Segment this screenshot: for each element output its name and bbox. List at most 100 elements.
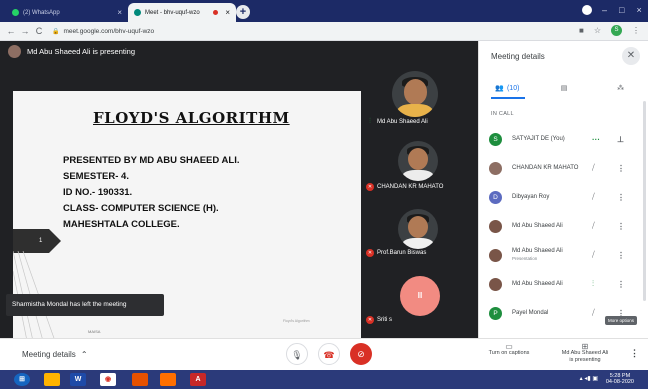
more-options-button[interactable]: ⋮ [630, 348, 639, 359]
browser-tab-strip: (2) WhatsApp × Meet - bhv-uquf-wzo × + –… [0, 0, 648, 22]
slide-page-number: 1 [13, 229, 61, 253]
list-item[interactable]: Md Abu Shaeed Ali Presentation ⧸ ⋮ [479, 243, 648, 267]
close-tab-icon[interactable]: × [225, 8, 230, 17]
leave-call-button[interactable]: ☎ [318, 343, 340, 365]
back-icon[interactable]: ← [4, 26, 18, 36]
panel-scrollbar[interactable] [643, 101, 646, 301]
presenting-banner: Md Abu Shaeed Ali is presenting [8, 45, 135, 58]
tab-whatsapp[interactable]: (2) WhatsApp × [6, 3, 128, 22]
close-window-icon[interactable]: × [636, 5, 641, 15]
url-field[interactable]: 🔒 meet.google.com/bhv-uquf-wzo [52, 28, 154, 35]
list-item[interactable]: S SATYAJIT DE (You) ··· ⊥ [479, 127, 648, 151]
address-bar-actions: ■ ☆ S ⋮ [579, 25, 640, 36]
profile-avatar[interactable]: S [611, 25, 622, 36]
close-panel-button[interactable]: ✕ [622, 47, 640, 65]
captions-button[interactable]: ▭ Turn on captions [484, 343, 534, 357]
tab-chat[interactable]: ▤ [536, 81, 593, 95]
start-icon[interactable]: ⊞ [14, 373, 30, 386]
tile-name: Md Abu Shaeed Ali [377, 119, 428, 125]
participant-video [398, 141, 438, 181]
chat-icon: ▤ [560, 85, 568, 92]
list-item[interactable]: D Dibyayan Roy ⧸ ⋮ [479, 185, 648, 209]
tab-meet[interactable]: Meet - bhv-uquf-wzo × [128, 3, 236, 22]
menu-kebab-icon[interactable]: ⋮ [632, 26, 640, 35]
mic-off-icon: ✕ [366, 183, 374, 191]
participant-avatar: S [489, 132, 502, 146]
meeting-details-toggle[interactable]: Meeting details ⌃ [22, 350, 88, 359]
captions-icon: ▭ [505, 342, 513, 351]
address-bar-row: ← → C 🔒 meet.google.com/bhv-uquf-wzo ■ ☆… [0, 22, 648, 41]
participant-subtitle: Presentation [512, 256, 538, 261]
mic-off-icon: ⧸ [592, 221, 595, 230]
participant-avatar: D [489, 190, 502, 204]
tab-activities[interactable]: ⁂ [592, 81, 648, 95]
more-options-icon[interactable]: ⋮ [617, 193, 625, 202]
minimize-icon[interactable]: – [602, 5, 607, 15]
tab-people[interactable]: 👥 (10) [479, 81, 536, 95]
tile-name: CHANDAN KR MAHATO [377, 184, 444, 190]
present-off-icon: ⧸ [592, 250, 595, 259]
star-icon[interactable]: ☆ [594, 26, 601, 35]
more-dots-icon[interactable]: ··· [592, 135, 600, 144]
participant-video [398, 209, 438, 249]
tile-label: ✕ Prof.Barun Biswas [366, 249, 426, 257]
slide-line: ID NO.- 190331. [63, 187, 133, 198]
vlc-icon[interactable] [160, 373, 176, 386]
present-screen-icon: ⊞ [581, 342, 589, 351]
slide-footer-right: Floyd's Algorithm [283, 319, 310, 323]
camera-off-icon: ⊘ [357, 349, 365, 359]
participant-avatar [489, 219, 502, 233]
meeting-stage: Md Abu Shaeed Ali is presenting FLOYD'S … [0, 41, 478, 341]
participant-video [392, 71, 438, 117]
microphone-button[interactable]: 🎙 [286, 343, 308, 365]
list-item[interactable]: CHANDAN KR MAHATO ⧸ ⋮ [479, 156, 648, 180]
recording-dot-icon [213, 10, 219, 15]
more-options-icon[interactable]: ⋮ [617, 251, 625, 260]
mic-off-icon: ⧸ [592, 163, 595, 172]
mic-off-icon: ✕ [366, 316, 374, 324]
participant-avatar [489, 277, 502, 291]
tab-label: (2) WhatsApp [23, 9, 60, 16]
date-text: 04-08-2020 [605, 379, 634, 385]
mic-off-icon: ⧸ [592, 192, 595, 201]
activities-icon: ⁂ [617, 85, 625, 92]
acrobat-icon[interactable]: A [190, 373, 206, 386]
forward-icon[interactable]: → [18, 26, 32, 36]
slide-line: PRESENTED BY MD ABU SHAEED ALI. [63, 155, 240, 166]
more-options-icon[interactable]: ⋮ [617, 222, 625, 231]
app-icon[interactable] [132, 373, 148, 386]
notification-toast: Sharmistha Mondal has left the meeting [6, 294, 164, 316]
tile-name: Sriti s [377, 317, 392, 323]
presenting-button[interactable]: ⊞ Md Abu Shaeed Ali is presenting [556, 343, 614, 364]
slide-footer-left: MAISA [88, 329, 101, 334]
word-icon[interactable]: W [70, 373, 86, 386]
list-item[interactable]: Md Abu Shaeed Ali ⧸ ⋮ [479, 214, 648, 238]
file-explorer-icon[interactable] [44, 373, 60, 386]
slide-line: CLASS- COMPUTER SCIENCE (H). [63, 203, 219, 214]
camera-blocked-icon[interactable]: ■ [579, 26, 584, 35]
lock-icon: 🔒 [52, 28, 60, 35]
maximize-icon[interactable]: □ [619, 5, 624, 15]
mic-off-icon: ✕ [366, 249, 374, 257]
pin-icon[interactable]: ⊥ [617, 135, 624, 144]
reload-icon[interactable]: C [32, 26, 46, 36]
system-tray[interactable]: ▴ ◂▮ ▣ [580, 375, 598, 382]
captions-label: Turn on captions [488, 350, 530, 356]
slide-line: SEMESTER- 4. [63, 171, 129, 182]
meeting-control-bar: Meeting details ⌃ 🎙 ☎ ⊘ ▭ Turn on captio… [0, 338, 648, 370]
more-options-icon[interactable]: ⋮ [617, 280, 625, 289]
camera-button[interactable]: ⊘ [350, 343, 372, 365]
participant-name-text: Md Abu Shaeed Ali [512, 248, 563, 254]
chrome-icon[interactable]: ◉ [100, 373, 116, 386]
active-tab-indicator [491, 97, 525, 99]
meeting-details-panel: Meeting details ✕ 👥 (10) ▤ ⁂ IN CALL S S… [478, 41, 648, 338]
account-icon[interactable] [582, 5, 592, 15]
new-tab-button[interactable]: + [236, 5, 250, 19]
participant-initial-avatar: II [400, 276, 440, 316]
tile-label: ✕ Sriti s [366, 316, 392, 324]
presenting-line2: is presenting [569, 357, 601, 363]
more-options-icon[interactable]: ⋮ [617, 164, 625, 173]
list-item[interactable]: Md Abu Shaeed Ali ⫶ ⋮ [479, 272, 648, 296]
clock[interactable]: 5:28 PM 04-08-2020 [606, 373, 634, 385]
close-tab-icon[interactable]: × [117, 8, 122, 17]
